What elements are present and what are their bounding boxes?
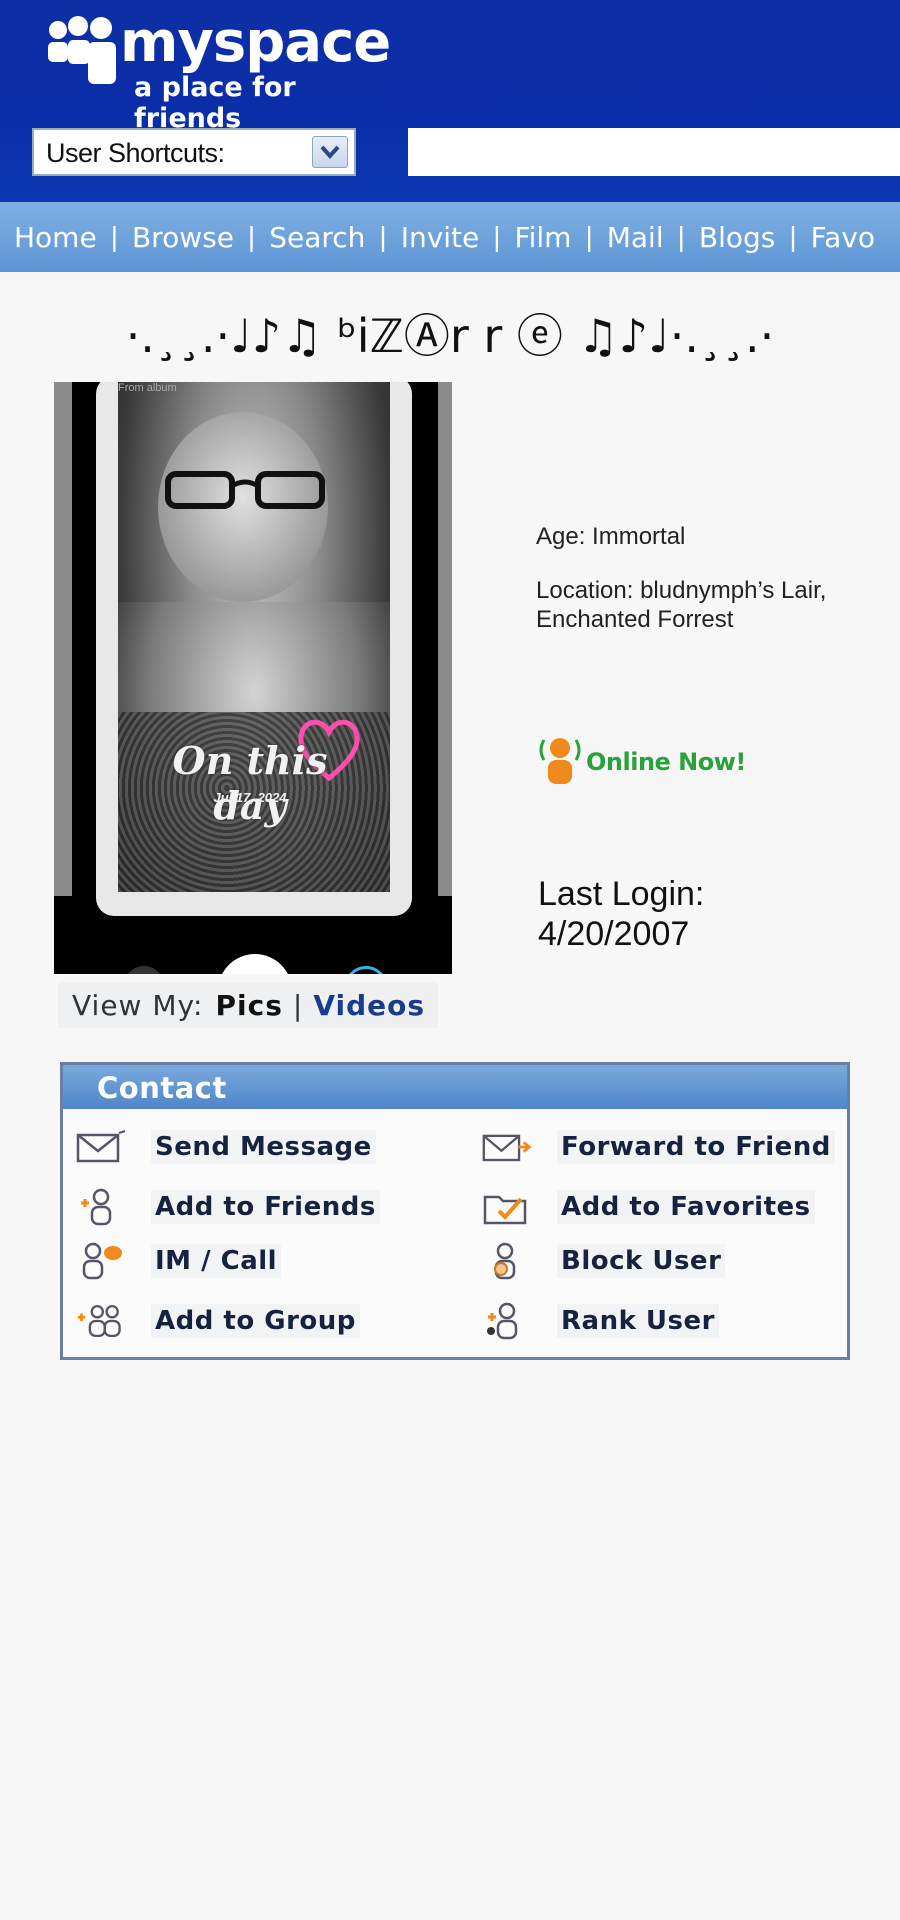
profile-age: Age: Immortal xyxy=(536,523,686,550)
nav-separator: | xyxy=(585,221,593,252)
add-friend-icon xyxy=(75,1187,127,1227)
nav-separator: | xyxy=(789,221,797,252)
forward-to-friend-button[interactable]: Forward to Friend xyxy=(481,1127,835,1167)
on-this-day-title: On this day xyxy=(172,738,328,828)
view-videos-link[interactable]: Videos xyxy=(313,989,425,1022)
search-input[interactable] xyxy=(408,128,900,176)
site-header: myspace a place for friends User Shortcu… xyxy=(0,0,900,202)
nav-separator: | xyxy=(379,221,387,252)
profile-display-name: ·.¸¸.·♩♪♫ ᵇiℤⒶr r ⓔ ♫♪♩·.¸¸.· xyxy=(125,309,775,363)
myspace-profile-page: myspace a place for friends User Shortcu… xyxy=(0,0,900,1920)
add-to-friends-label: Add to Friends xyxy=(151,1190,380,1224)
nav-search[interactable]: Search xyxy=(269,221,365,254)
send-message-button[interactable]: Send Message xyxy=(75,1127,376,1167)
add-to-friends-button[interactable]: Add to Friends xyxy=(75,1187,380,1227)
glasses-shape xyxy=(165,471,325,509)
rank-user-icon xyxy=(481,1301,533,1341)
photo-carousel-prev-edge xyxy=(54,382,72,896)
add-group-icon xyxy=(75,1301,127,1341)
logo-wordmark: myspace xyxy=(120,10,391,75)
last-login: Last Login: 4/20/2007 xyxy=(538,874,704,954)
capture-button[interactable] xyxy=(218,954,292,974)
im-call-button[interactable]: IM / Call xyxy=(75,1241,282,1281)
forward-to-friend-label: Forward to Friend xyxy=(557,1130,835,1164)
contact-box: Contact Send Message Add to Friends IM /… xyxy=(60,1062,850,1360)
myspace-logo[interactable]: myspace a place for friends xyxy=(46,10,391,134)
block-user-label: Block User xyxy=(557,1244,726,1278)
online-person-icon xyxy=(539,738,581,784)
view-my-separator: | xyxy=(292,988,304,1022)
profile-location: Location: bludnymph’s Lair, Enchanted Fo… xyxy=(536,577,827,633)
photo-carousel-next-edge xyxy=(438,382,452,896)
view-my-label: View My: xyxy=(72,988,204,1022)
gallery-button[interactable] xyxy=(124,966,164,974)
contact-header: Contact xyxy=(63,1065,847,1109)
nav-separator: | xyxy=(677,221,685,252)
nav-blogs[interactable]: Blogs xyxy=(699,221,775,254)
block-user-icon xyxy=(481,1241,533,1281)
nav-browse[interactable]: Browse xyxy=(132,221,234,254)
user-shortcuts-label: User Shortcuts: xyxy=(46,138,225,168)
im-call-label: IM / Call xyxy=(151,1244,282,1278)
nav-separator: | xyxy=(493,221,501,252)
block-user-button[interactable]: Block User xyxy=(481,1241,726,1281)
nav-film[interactable]: Film xyxy=(515,221,572,254)
online-now-badge: Online Now! xyxy=(536,730,756,786)
chevron-down-icon[interactable] xyxy=(312,136,348,168)
nav-home[interactable]: Home xyxy=(14,221,97,254)
contact-title: Contact xyxy=(97,1071,227,1105)
forward-envelope-icon xyxy=(481,1127,533,1167)
last-login-label: Last Login: xyxy=(538,875,705,913)
nav-invite[interactable]: Invite xyxy=(401,221,480,254)
last-login-date: 4/20/2007 xyxy=(538,915,690,953)
rank-user-button[interactable]: Rank User xyxy=(481,1301,719,1341)
favorites-icon xyxy=(481,1187,533,1227)
rank-user-label: Rank User xyxy=(557,1304,719,1338)
photo-album-label: From album xyxy=(118,382,177,394)
nav-mail[interactable]: Mail xyxy=(607,221,664,254)
share-button[interactable] xyxy=(344,966,388,974)
add-to-group-label: Add to Group xyxy=(151,1304,360,1338)
main-nav: Home | Browse | Search | Invite | Film |… xyxy=(0,202,900,272)
send-message-label: Send Message xyxy=(151,1130,376,1164)
profile-photo[interactable]: From album On this day Jul 17, 2024 xyxy=(54,382,452,974)
on-this-day-date: Jul 17, 2024 xyxy=(213,790,287,805)
add-to-favorites-button[interactable]: Add to Favorites xyxy=(481,1187,815,1227)
user-shortcuts-dropdown[interactable]: User Shortcuts: xyxy=(32,128,356,176)
view-my-links: View My: Pics | Videos xyxy=(58,982,438,1028)
nav-separator: | xyxy=(247,221,256,252)
logo-tagline: a place for friends xyxy=(134,72,296,134)
nav-favorites[interactable]: Favo xyxy=(811,221,875,254)
add-to-favorites-label: Add to Favorites xyxy=(557,1190,815,1224)
im-call-icon xyxy=(75,1241,127,1281)
add-to-group-button[interactable]: Add to Group xyxy=(75,1301,360,1341)
people-icon xyxy=(48,16,116,84)
nav-separator: | xyxy=(110,221,118,252)
online-now-text: Online Now! xyxy=(586,748,746,776)
envelope-icon xyxy=(75,1127,127,1167)
view-pics-link[interactable]: Pics xyxy=(215,989,282,1022)
